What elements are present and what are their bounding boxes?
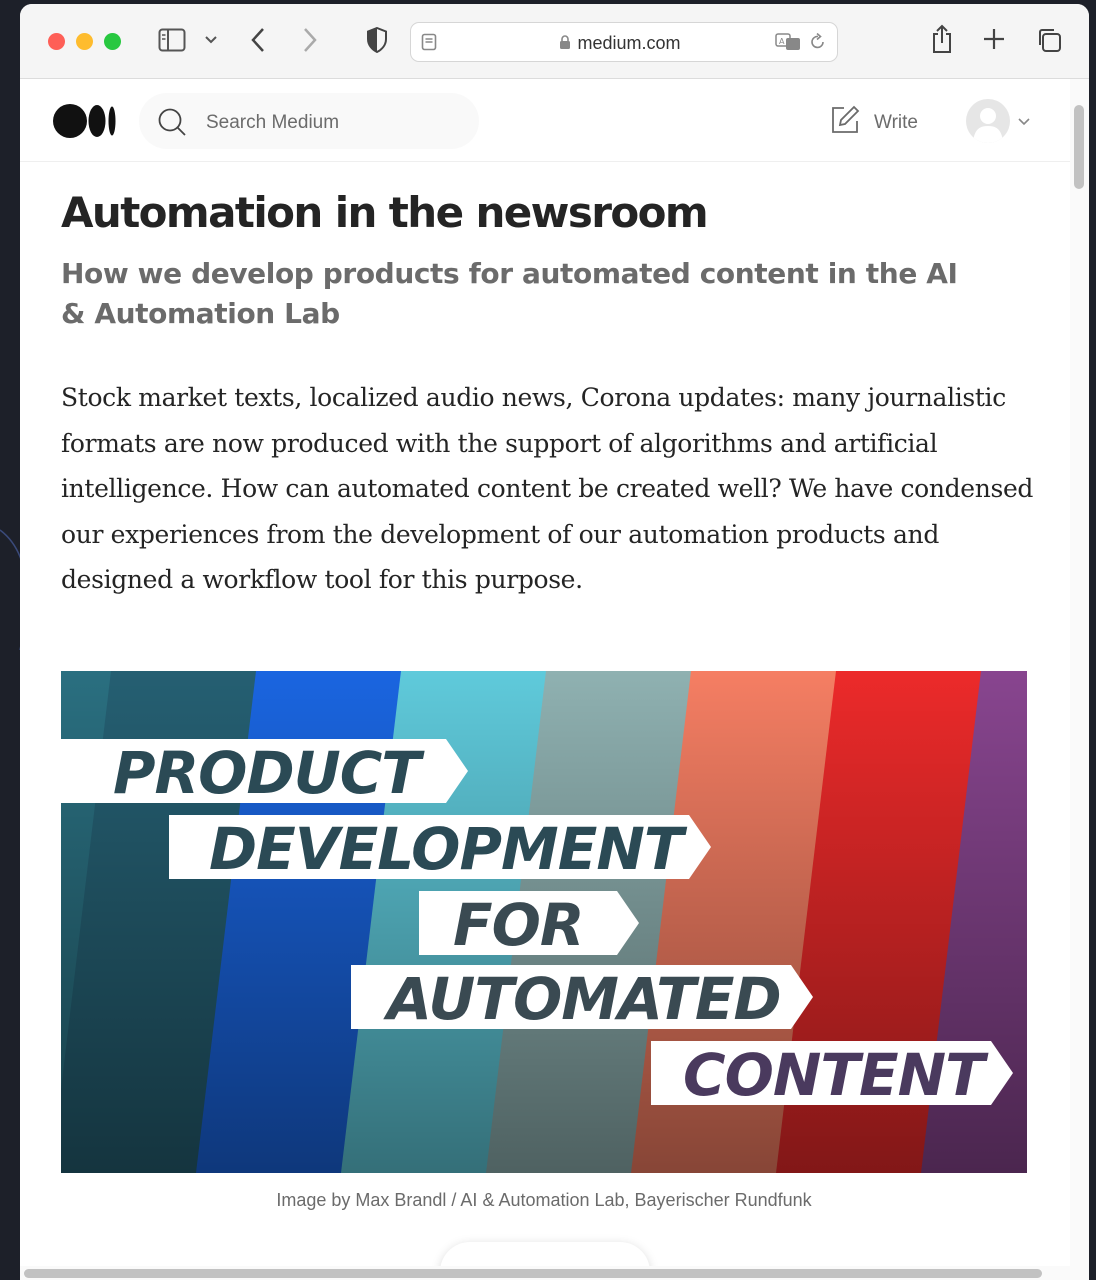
banner-text: PRODUCT bbox=[113, 739, 425, 807]
search-icon[interactable] bbox=[157, 107, 187, 142]
avatar[interactable] bbox=[966, 99, 1010, 143]
banner-ribbon: AUTOMATED bbox=[351, 965, 813, 1033]
browser-window: medium.com A Search Medium Write Automat… bbox=[20, 4, 1089, 1280]
share-icon[interactable] bbox=[930, 24, 954, 54]
image-caption: Image by Max Brandl / AI & Automation La… bbox=[276, 1190, 812, 1210]
hero-graphic: PRODUCT DEVELOPMENT FORAUTOMATED CONTENT bbox=[61, 671, 1027, 1173]
shield-icon[interactable] bbox=[366, 27, 388, 53]
banner-ribbon: DEVELOPMENT bbox=[169, 815, 711, 883]
scrollbar-thumb[interactable] bbox=[1074, 105, 1084, 189]
address-url: medium.com bbox=[577, 33, 681, 53]
search-input[interactable]: Search Medium bbox=[206, 112, 339, 134]
vertical-scrollbar[interactable] bbox=[1070, 79, 1089, 1280]
back-icon[interactable] bbox=[250, 27, 266, 53]
medium-logo[interactable] bbox=[53, 104, 117, 143]
svg-text:A: A bbox=[779, 37, 785, 46]
scrollbar-thumb[interactable] bbox=[24, 1269, 1042, 1278]
reload-icon[interactable] bbox=[810, 32, 826, 56]
address-bar[interactable]: medium.com A bbox=[410, 22, 838, 62]
banner-text: FOR bbox=[453, 891, 584, 959]
browser-toolbar: medium.com A bbox=[20, 4, 1089, 79]
translate-icon[interactable]: A bbox=[775, 33, 803, 56]
chevron-down-icon[interactable] bbox=[205, 36, 217, 44]
write-label: Write bbox=[874, 112, 918, 133]
sidebar-icon[interactable] bbox=[158, 28, 186, 52]
medium-header: Search Medium Write bbox=[20, 79, 1070, 162]
write-button[interactable]: Write bbox=[830, 105, 918, 141]
banner-ribbon: CONTENT bbox=[651, 1041, 1013, 1109]
search-bar[interactable]: Search Medium bbox=[139, 93, 479, 149]
banner-ribbon: PRODUCT bbox=[61, 739, 468, 807]
minimize-window-button[interactable] bbox=[76, 33, 93, 50]
banner-ribbon: FOR bbox=[419, 891, 639, 959]
tabs-icon[interactable] bbox=[1036, 27, 1062, 53]
article-intro-paragraph: Stock market texts, localized audio news… bbox=[61, 383, 1034, 594]
user-silhouette-icon bbox=[973, 108, 1003, 143]
horizontal-scrollbar[interactable] bbox=[20, 1266, 1089, 1280]
chevron-down-icon[interactable] bbox=[1018, 113, 1030, 131]
article-subtitle: How we develop products for automated co… bbox=[61, 257, 958, 330]
close-window-button[interactable] bbox=[48, 33, 65, 50]
article-hero-image: PRODUCT DEVELOPMENT FOR AUTOMATED CONTENT bbox=[61, 671, 1027, 1173]
banner-text: CONTENT bbox=[683, 1041, 989, 1109]
write-icon bbox=[830, 105, 860, 141]
plus-icon[interactable] bbox=[983, 28, 1005, 50]
banner-text: AUTOMATED bbox=[383, 965, 781, 1033]
article-title: Automation in the newsroom bbox=[61, 188, 709, 237]
forward-icon[interactable] bbox=[302, 27, 318, 53]
zoom-window-button[interactable] bbox=[104, 33, 121, 50]
banner-text: DEVELOPMENT bbox=[209, 815, 688, 883]
